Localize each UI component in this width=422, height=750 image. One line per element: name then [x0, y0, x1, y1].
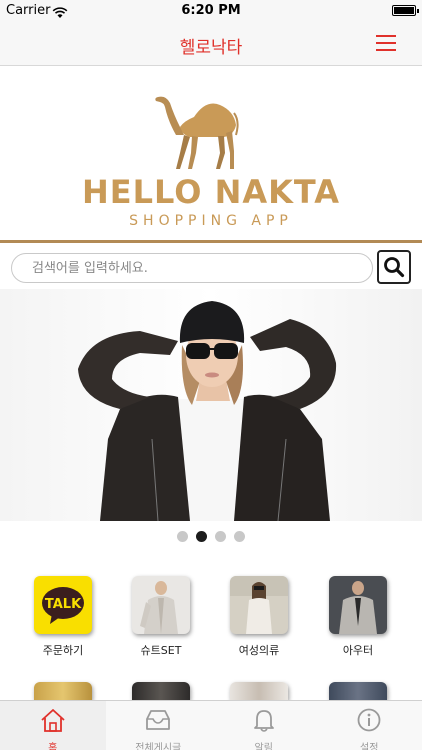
carousel-dot-2[interactable] [196, 531, 207, 542]
carousel-dot-3[interactable] [215, 531, 226, 542]
tab-settings[interactable]: 설정 [317, 701, 422, 750]
inbox-icon [146, 710, 171, 730]
suit-set-thumbnail [132, 576, 190, 634]
logo-banner: HELLO NAKTA SHOPPING APP [0, 67, 422, 243]
carousel-dot-1[interactable] [177, 531, 188, 542]
tab-label: 알림 [254, 743, 273, 750]
home-icon [41, 709, 65, 732]
hero-banner-image[interactable] [0, 289, 422, 521]
category-thumbnail [34, 682, 92, 700]
category-item-8[interactable] [313, 682, 403, 700]
status-bar: Carrier 6:20 PM [0, 0, 422, 22]
fashion-model-photo [78, 301, 337, 521]
category-item-5[interactable] [18, 682, 108, 700]
status-time: 6:20 PM [181, 3, 241, 18]
tab-all-posts[interactable]: 전체게시글 [106, 701, 212, 750]
category-label: 아우터 [342, 644, 374, 657]
bell-icon [253, 710, 274, 732]
tab-label: 홈 [48, 743, 58, 750]
category-outerwear[interactable]: 아우터 [313, 576, 403, 658]
navigation-bar: 헬로낙타 [0, 22, 422, 66]
womens-clothing-thumbnail [230, 576, 288, 634]
tab-label: 설정 [360, 743, 379, 750]
brand-subtitle: SHOPPING APP [129, 213, 293, 229]
search-button[interactable] [377, 250, 411, 284]
battery-icon [392, 5, 419, 16]
tab-label: 전체게시글 [135, 743, 182, 750]
category-thumbnail [230, 682, 288, 700]
category-label: 슈트SET [140, 644, 182, 657]
category-item-6[interactable] [116, 682, 206, 700]
carousel-dot-4[interactable] [234, 531, 245, 542]
brand-name: HELLO NAKTA [81, 173, 341, 211]
carousel-page-indicator [0, 531, 422, 542]
category-order[interactable]: TALK 주문하기 [18, 576, 108, 658]
outerwear-thumbnail [329, 576, 387, 634]
category-label: 여성의류 [238, 644, 280, 657]
info-icon [357, 708, 381, 732]
kakaotalk-icon: TALK [34, 576, 92, 634]
page-title: 헬로낙타 [179, 38, 243, 58]
search-icon [384, 257, 405, 278]
tab-home[interactable]: 홈 [0, 701, 106, 750]
camel-icon [155, 96, 239, 169]
hamburger-menu-icon[interactable] [376, 34, 396, 52]
tab-notifications[interactable]: 알림 [211, 701, 317, 750]
svg-text:TALK: TALK [45, 597, 82, 612]
search-input[interactable] [11, 253, 373, 283]
category-item-7[interactable] [214, 682, 304, 700]
tab-bar: 홈 전체게시글 알림 설정 [0, 700, 422, 750]
category-thumbnail [329, 682, 387, 700]
category-thumbnail [132, 682, 190, 700]
category-womens-clothing[interactable]: 여성의류 [214, 576, 304, 658]
category-label: 주문하기 [42, 644, 84, 657]
category-suit-set[interactable]: 슈트SET [116, 576, 206, 658]
